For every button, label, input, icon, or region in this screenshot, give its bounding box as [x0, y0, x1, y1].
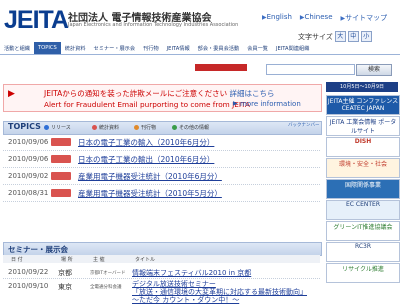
dish-banner[interactable]: DISH	[326, 137, 400, 157]
nav-item[interactable]: 統計資料	[61, 45, 90, 52]
jeita-portal-banner[interactable]: JEITA 工業会情報 ポータルサイト	[326, 116, 400, 136]
release-dot-icon	[44, 125, 49, 130]
nav-item[interactable]: 部会・委員会活動	[194, 45, 244, 52]
alert-line-jp: JEITAからの通知を装った詐欺メールにご注意ください 詳細はこちら	[44, 89, 275, 98]
stats-badge	[51, 172, 71, 180]
stats-badge	[51, 189, 71, 197]
col-place: 場 所	[61, 257, 73, 263]
stats-dot-icon	[92, 125, 97, 130]
font-size-control: 文字サイズ 大 中 小	[298, 31, 372, 42]
seminar-place: 東京	[58, 283, 72, 291]
alert-detail-link[interactable]: 詳細はこちら	[230, 89, 275, 98]
topic-link[interactable]: 日本の電子工業の輸入（2010年6月分）	[78, 137, 214, 148]
jeita-logo[interactable]: JEITA	[4, 6, 69, 35]
font-size-large-button[interactable]: 大	[334, 31, 346, 42]
environment-banner[interactable]: 環境・安全・社会	[326, 158, 400, 178]
recycle-banner[interactable]: リサイクル推進	[326, 263, 400, 283]
category-stats[interactable]: 統計資料	[92, 124, 119, 131]
search-button[interactable]: 検索	[356, 64, 392, 76]
backnumber-link[interactable]: バックナンバー	[288, 122, 320, 128]
topic-date: 2010/08/31	[8, 189, 49, 197]
topic-link[interactable]: 日本の電子工業の輸出（2010年6月分）	[78, 154, 214, 165]
category-other[interactable]: その他の情報	[172, 124, 209, 131]
global-nav: 活動と組織 TOPICS 統計資料 セミナー・展示会 刊行物 JEITA情報 部…	[0, 42, 400, 55]
seminar-date: 2010/09/22	[8, 268, 49, 276]
font-size-label: 文字サイズ	[298, 32, 333, 41]
nav-item[interactable]: 会員一覧	[243, 45, 272, 52]
seminar-link[interactable]: 情報端末フェスティバル2010 in 京都	[132, 268, 251, 278]
stats-badge	[51, 138, 71, 146]
font-size-small-button[interactable]: 小	[360, 31, 372, 42]
seminar-org: 京都ITオーバード	[90, 271, 126, 276]
seminar-org: 全電通分科会議	[90, 285, 122, 290]
topics-title: TOPICS	[8, 122, 41, 131]
nav-item[interactable]: 活動と組織	[0, 45, 34, 52]
alert-triangle-icon: ▶	[8, 89, 15, 99]
seminar-title: セミナー・展示会	[8, 245, 68, 254]
nav-item[interactable]: セミナー・展示会	[90, 45, 140, 52]
lang-english[interactable]: ▶English	[262, 13, 292, 23]
alert-line-en: Alert for Fraudulent Email purporting to…	[44, 100, 250, 109]
rc3r-banner[interactable]: RC3R	[326, 242, 400, 262]
font-size-medium-button[interactable]: 中	[347, 31, 359, 42]
topic-date: 2010/09/06	[8, 155, 49, 163]
sitemap-link[interactable]: ▶サイトマップ	[341, 13, 388, 23]
link-arrow-icon: ▶	[233, 100, 238, 107]
seminar-link[interactable]: 〜ただ今 カウント・ダウン中！〜	[132, 295, 239, 305]
org-en-name: Japan Electronics and Information Techno…	[68, 22, 239, 28]
col-org: 主 催	[93, 257, 105, 263]
ceatec-banner[interactable]: JEITA主催 コンファレンス CEATEC JAPAN	[326, 95, 400, 115]
ec-center-banner[interactable]: EC CENTER	[326, 200, 400, 220]
lang-chinese[interactable]: ▶Chinese	[300, 13, 333, 23]
topic-date: 2010/09/02	[8, 172, 49, 180]
search-input[interactable]	[266, 64, 355, 75]
col-date: 日 付	[11, 257, 23, 263]
calendar-banner[interactable]: 10月5日〜10月9日	[326, 82, 398, 92]
nav-item[interactable]: JEITA情報	[163, 45, 194, 52]
nav-item-topics[interactable]: TOPICS	[33, 42, 61, 54]
seminar-date: 2010/09/10	[8, 282, 49, 290]
col-title: タイトル	[135, 257, 156, 263]
publication-dot-icon	[134, 125, 139, 130]
seminar-place: 京都	[58, 269, 72, 277]
category-release[interactable]: リリース	[44, 124, 71, 131]
international-banner[interactable]: 国際関係事業	[326, 179, 400, 199]
lang-bar: ▶English ▶Chinese ▶サイトマップ	[262, 13, 387, 23]
nav-item[interactable]: 刊行物	[139, 45, 163, 52]
category-publication[interactable]: 刊行物	[134, 124, 156, 131]
topic-date: 2010/09/06	[8, 138, 49, 146]
red-banner-button[interactable]	[195, 64, 247, 71]
stats-badge	[51, 155, 71, 163]
alert-more-info-link[interactable]: more information	[240, 100, 301, 108]
nav-item[interactable]: JEITA関連組織	[272, 45, 313, 52]
other-dot-icon	[172, 125, 177, 130]
topic-link[interactable]: 産業用電子機器受注統計（2010年6月分）	[78, 171, 222, 182]
green-it-banner[interactable]: グリーンIT推進協議会	[326, 221, 400, 241]
seminar-columns: 日 付 場 所 主 催 タイトル	[3, 255, 320, 263]
topic-link[interactable]: 産業用電子機器受注統計（2010年5月分）	[78, 188, 222, 199]
